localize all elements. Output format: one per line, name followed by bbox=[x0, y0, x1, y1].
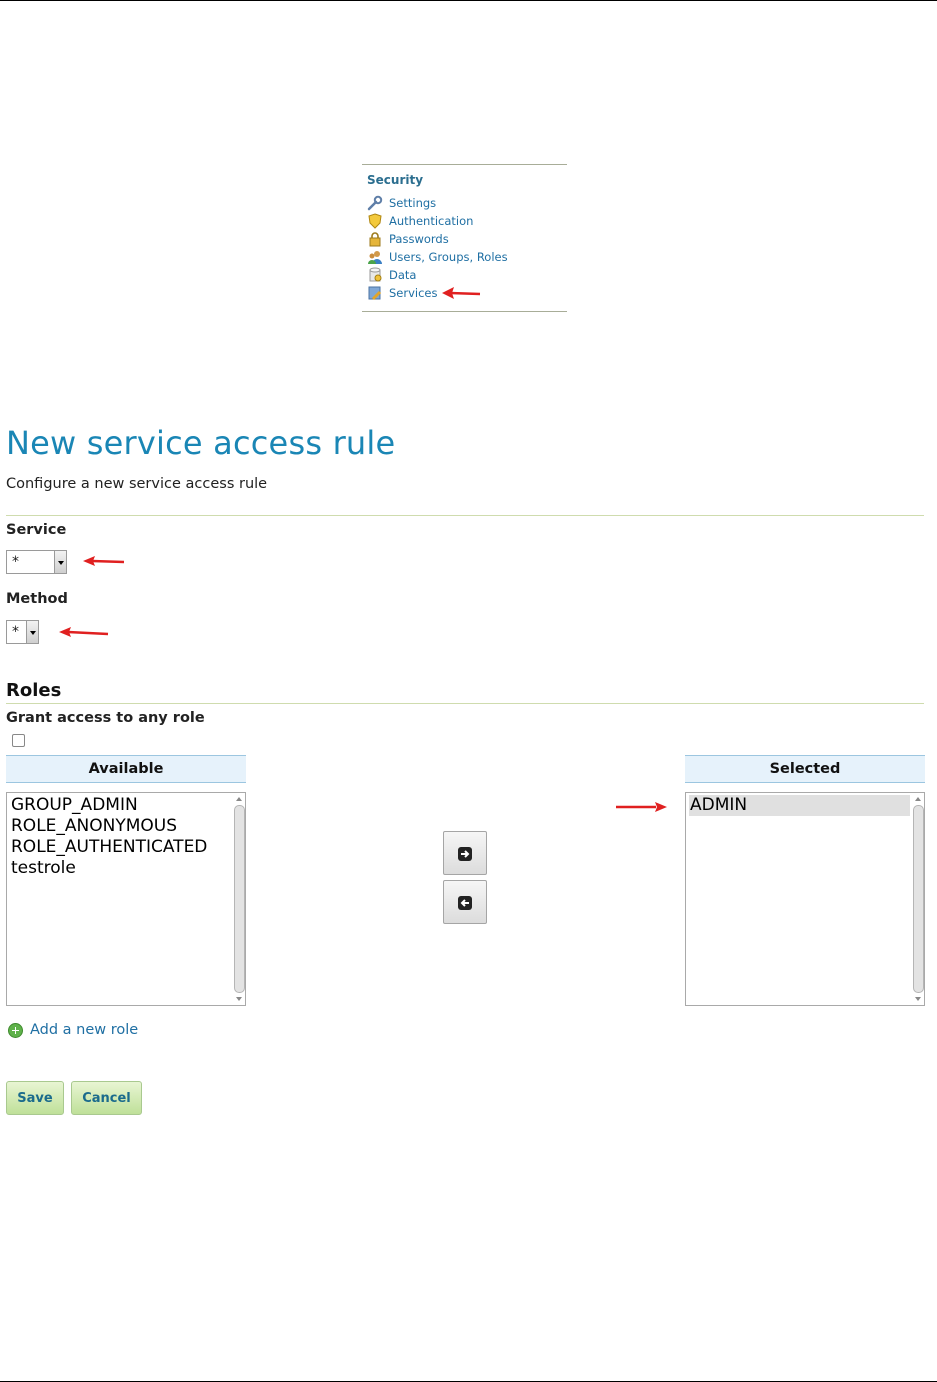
page-description: Configure a new service access rule bbox=[6, 476, 268, 492]
security-menu-item-services[interactable]: Services bbox=[367, 284, 508, 302]
list-item[interactable]: ADMIN bbox=[689, 795, 910, 816]
security-menu-item-settings[interactable]: Settings bbox=[367, 194, 508, 212]
move-right-button[interactable] bbox=[443, 831, 487, 875]
method-select-value: * bbox=[12, 624, 19, 640]
cancel-button[interactable]: Cancel bbox=[71, 1081, 142, 1115]
list-item[interactable]: ROLE_AUTHENTICATED bbox=[10, 837, 231, 858]
list-item[interactable]: GROUP_ADMIN bbox=[10, 795, 231, 816]
annotation-arrow-icon bbox=[59, 627, 109, 637]
scroll-down-icon[interactable] bbox=[913, 994, 923, 1004]
chevron-down-icon bbox=[26, 621, 38, 643]
security-menu-label: Authentication bbox=[389, 214, 474, 228]
divider bbox=[6, 703, 924, 704]
security-menu-list: Settings Authentication Passwords Users,… bbox=[367, 194, 508, 302]
arrow-left-icon bbox=[458, 896, 472, 910]
chevron-down-icon bbox=[54, 551, 66, 573]
users-icon bbox=[367, 249, 383, 265]
scroll-track[interactable] bbox=[234, 805, 245, 993]
selected-roles-listbox[interactable]: ADMIN bbox=[685, 792, 925, 1006]
service-select-value: * bbox=[12, 554, 19, 570]
arrow-right-icon bbox=[458, 847, 472, 861]
selected-roles-list: ADMIN bbox=[689, 795, 910, 816]
scrollbar[interactable] bbox=[912, 793, 924, 1005]
method-select[interactable]: * bbox=[6, 620, 39, 644]
available-header: Available bbox=[6, 755, 246, 783]
method-label: Method bbox=[6, 591, 68, 607]
security-menu-item-data[interactable]: Data bbox=[367, 266, 508, 284]
security-menu-label: Data bbox=[389, 268, 417, 282]
roles-heading: Roles bbox=[6, 680, 62, 701]
available-roles-listbox[interactable]: GROUP_ADMIN ROLE_ANONYMOUS ROLE_AUTHENTICA… bbox=[6, 792, 246, 1006]
services-icon bbox=[367, 285, 383, 301]
page-top-border bbox=[0, 0, 937, 1]
shield-icon bbox=[367, 213, 383, 229]
save-button[interactable]: Save bbox=[6, 1081, 64, 1115]
scrollbar[interactable] bbox=[233, 793, 245, 1005]
security-menu-label: Settings bbox=[389, 196, 437, 210]
security-menu-label: Users, Groups, Roles bbox=[389, 250, 508, 264]
add-icon bbox=[8, 1022, 23, 1038]
scroll-up-icon[interactable] bbox=[913, 794, 923, 804]
list-item[interactable]: ROLE_ANONYMOUS bbox=[10, 816, 231, 837]
service-select[interactable]: * bbox=[6, 550, 67, 574]
grant-any-role-checkbox[interactable] bbox=[12, 734, 25, 747]
security-menu-label: Passwords bbox=[389, 232, 449, 246]
grant-any-role-label: Grant access to any role bbox=[6, 710, 205, 726]
security-menu-item-users-groups-roles[interactable]: Users, Groups, Roles bbox=[367, 248, 508, 266]
add-new-role-label: Add a new role bbox=[30, 1022, 139, 1038]
wrench-icon bbox=[367, 195, 383, 211]
scroll-down-icon[interactable] bbox=[234, 994, 244, 1004]
scroll-track[interactable] bbox=[913, 805, 924, 993]
security-menu-item-passwords[interactable]: Passwords bbox=[367, 230, 508, 248]
lock-icon bbox=[367, 231, 383, 247]
annotation-arrow-icon bbox=[442, 287, 481, 299]
selected-header: Selected bbox=[685, 755, 925, 783]
page-title: New service access rule bbox=[6, 424, 396, 462]
available-roles-list: GROUP_ADMIN ROLE_ANONYMOUS ROLE_AUTHENTICA… bbox=[10, 795, 231, 879]
annotation-arrow-icon bbox=[616, 802, 667, 812]
scroll-up-icon[interactable] bbox=[234, 794, 244, 804]
annotation-arrow-icon bbox=[83, 556, 125, 566]
security-menu-label: Services bbox=[389, 286, 438, 300]
service-label: Service bbox=[6, 522, 67, 538]
list-item[interactable]: testrole bbox=[10, 858, 231, 879]
move-left-button[interactable] bbox=[443, 880, 487, 924]
add-new-role-link[interactable]: Add a new role bbox=[8, 1022, 138, 1038]
security-menu-item-authentication[interactable]: Authentication bbox=[367, 212, 508, 230]
database-icon bbox=[367, 267, 383, 283]
divider bbox=[6, 515, 924, 516]
security-menu-title: Security bbox=[367, 173, 424, 187]
